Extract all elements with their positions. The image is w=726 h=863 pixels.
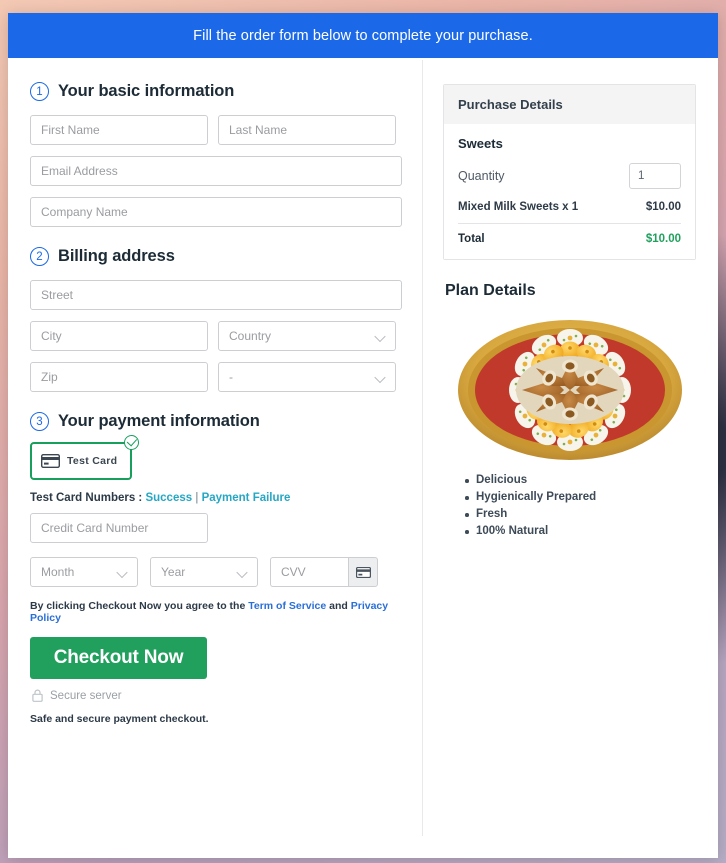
purchase-details-panel: Purchase Details Sweets Quantity 1 Mixed… (443, 84, 696, 260)
link-separator: | (195, 492, 199, 504)
line-item-row: Mixed Milk Sweets x 1 $10.00 (458, 201, 681, 213)
page-root: Fill the order form below to complete yo… (0, 0, 726, 863)
line-item-price: $10.00 (645, 201, 681, 213)
order-form-column: 1 Your basic information First Name Last… (8, 58, 422, 858)
secure-server-text: Secure server (50, 689, 122, 702)
total-price: $10.00 (645, 233, 681, 245)
checkout-button[interactable]: Checkout Now (30, 637, 207, 679)
city-country-row: City Country (30, 321, 402, 351)
checkout-card: Fill the order form below to complete yo… (8, 13, 718, 858)
sweets-platter-image (457, 320, 682, 460)
credit-card-icon (355, 566, 371, 578)
cvv-input[interactable]: CVV (270, 557, 348, 587)
expiry-cvv-row: Month Year CVV (30, 557, 402, 587)
terms-of-service-link[interactable]: Term of Service (248, 600, 326, 612)
page-banner: Fill the order form below to complete yo… (8, 13, 718, 58)
test-card-option[interactable]: Test Card (30, 442, 132, 480)
quantity-input[interactable]: 1 (629, 163, 681, 189)
country-select-value: Country (229, 329, 272, 343)
expiry-month-value: Month (41, 565, 75, 579)
chevron-down-icon (238, 568, 247, 577)
success-link[interactable]: Success (145, 492, 192, 504)
purchase-details-title: Purchase Details (444, 85, 695, 124)
last-name-input[interactable]: Last Name (218, 115, 396, 145)
zip-input[interactable]: Zip (30, 362, 208, 392)
section-basic-information: 1 Your basic information (30, 82, 402, 101)
terms-prefix: By clicking Checkout Now you agree to th… (30, 600, 246, 612)
chevron-down-icon (376, 332, 385, 341)
purchase-details-body: Sweets Quantity 1 Mixed Milk Sweets x 1 … (444, 124, 695, 259)
summary-column: Purchase Details Sweets Quantity 1 Mixed… (423, 58, 718, 858)
line-item-label: Mixed Milk Sweets x 1 (458, 201, 579, 213)
section-title-payment: Your payment information (58, 412, 260, 430)
expiry-month-select[interactable]: Month (30, 557, 138, 587)
list-item: Fresh (465, 508, 696, 520)
city-input[interactable]: City (30, 321, 208, 351)
quantity-row: Quantity 1 (458, 163, 681, 189)
payment-failure-link[interactable]: Payment Failure (202, 492, 291, 504)
credit-card-number-input[interactable]: Credit Card Number (30, 513, 208, 543)
terms-and: and (329, 600, 348, 612)
section-billing-address: 2 Billing address (30, 247, 402, 266)
test-card-label: Test Card (67, 455, 118, 467)
country-select[interactable]: Country (218, 321, 396, 351)
test-card-numbers-row: Test Card Numbers : Success | Payment Fa… (30, 492, 402, 504)
product-name: Sweets (458, 136, 503, 151)
expiry-year-select[interactable]: Year (150, 557, 258, 587)
credit-card-icon (41, 454, 60, 468)
product-image (443, 314, 696, 464)
company-input[interactable]: Company Name (30, 197, 402, 227)
check-circle-icon (124, 435, 139, 450)
zip-state-row: Zip - (30, 362, 402, 392)
section-title-billing: Billing address (58, 247, 175, 265)
chevron-down-icon (118, 568, 127, 577)
terms-text: By clicking Checkout Now you agree to th… (30, 600, 402, 624)
first-name-input[interactable]: First Name (30, 115, 208, 145)
email-row: Email Address (30, 156, 402, 186)
list-item: Delicious (465, 474, 696, 486)
list-item: 100% Natural (465, 525, 696, 537)
banner-text: Fill the order form below to complete yo… (193, 27, 533, 44)
email-input[interactable]: Email Address (30, 156, 402, 186)
company-row: Company Name (30, 197, 402, 227)
street-input[interactable]: Street (30, 280, 402, 310)
step-number-2: 2 (30, 247, 49, 266)
step-number-3: 3 (30, 412, 49, 431)
total-row: Total $10.00 (458, 233, 681, 245)
plan-details-title: Plan Details (445, 282, 536, 299)
expiry-year-value: Year (161, 565, 186, 579)
summary-divider (458, 223, 681, 224)
card-number-row: Credit Card Number (30, 513, 402, 543)
lock-icon (32, 689, 43, 702)
chevron-down-icon (376, 373, 385, 382)
list-item: Hygienically Prepared (465, 491, 696, 503)
test-card-numbers-label: Test Card Numbers : (30, 492, 143, 504)
cvv-group: CVV (270, 557, 378, 587)
test-card-tile-wrapper: Test Card (30, 435, 139, 480)
street-row: Street (30, 280, 402, 310)
plan-features-list: Delicious Hygienically Prepared Fresh 10… (465, 474, 696, 537)
section-title-basic: Your basic information (58, 82, 235, 100)
section-payment-information: 3 Your payment information (30, 412, 402, 431)
total-label: Total (458, 233, 485, 245)
secure-server-row: Secure server (32, 689, 402, 702)
name-row: First Name Last Name (30, 115, 402, 145)
state-select-value: - (229, 370, 233, 384)
card-body: 1 Your basic information First Name Last… (8, 58, 718, 858)
quantity-label: Quantity (458, 169, 505, 183)
safe-checkout-text: Safe and secure payment checkout. (30, 713, 209, 725)
step-number-1: 1 (30, 82, 49, 101)
state-select[interactable]: - (218, 362, 396, 392)
cvv-help-button[interactable] (348, 557, 378, 587)
